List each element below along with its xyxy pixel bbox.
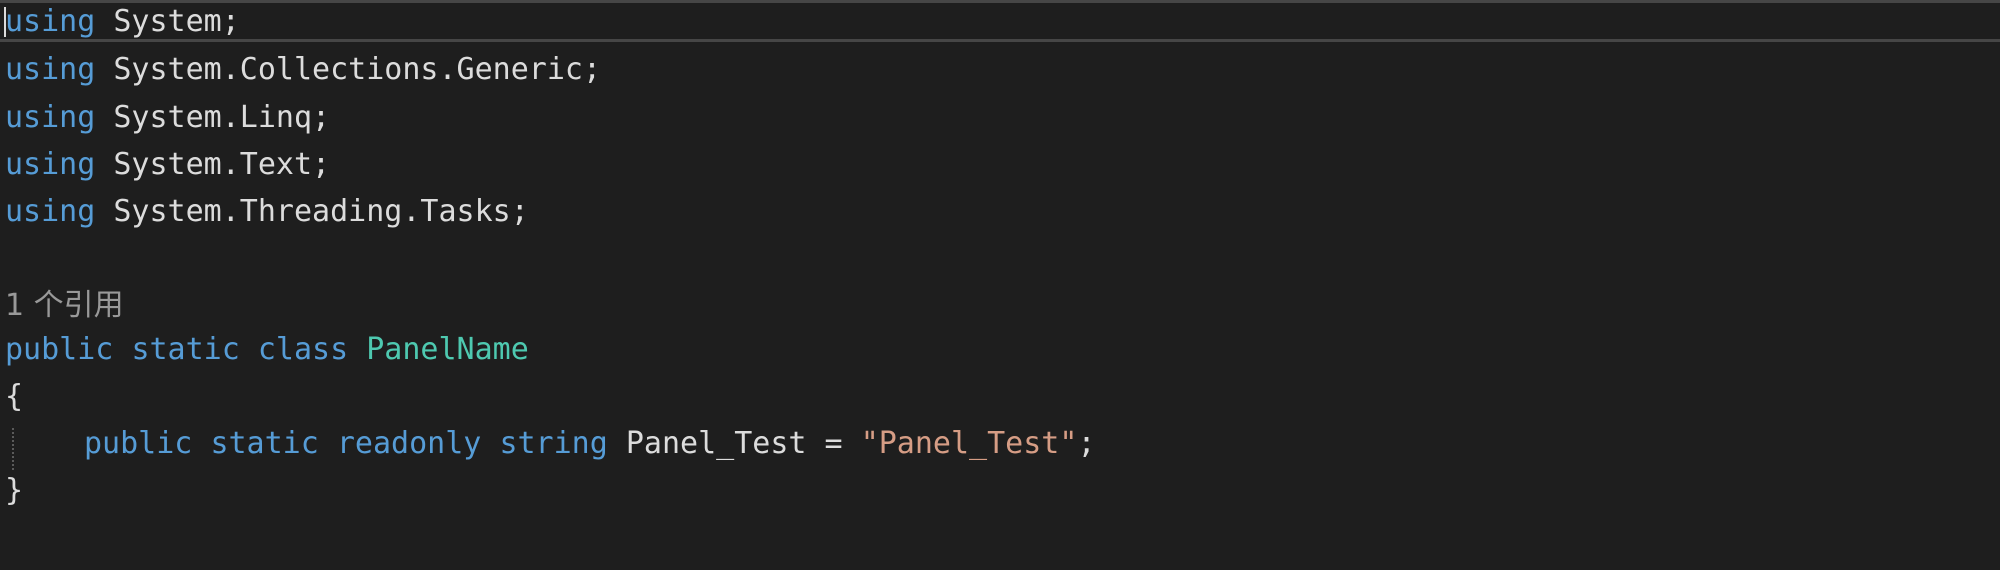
keyword-using: using (5, 147, 96, 182)
keyword-class: class (257, 332, 349, 367)
open-brace[interactable]: { (5, 377, 23, 417)
code-line-2[interactable]: using System.Collections.Generic; (5, 50, 601, 90)
class-name: PanelName (366, 332, 529, 367)
current-line-highlight (0, 0, 2000, 42)
class-declaration-line[interactable]: public static class PanelName (5, 330, 529, 370)
indent-guide (12, 428, 14, 470)
code-line-4[interactable]: using System.Text; (5, 145, 330, 185)
keyword-string: string (499, 426, 608, 461)
keyword-static: static (131, 332, 240, 367)
field-declaration-line[interactable]: public static readonly string Panel_Test… (84, 424, 1096, 464)
field-name: Panel_Test (625, 426, 807, 461)
namespace-text: System; (95, 4, 240, 39)
string-literal: "Panel_Test" (860, 426, 1078, 461)
keyword-using: using (5, 194, 96, 229)
close-brace[interactable]: } (5, 471, 23, 511)
namespace-text: System.Linq; (95, 100, 331, 135)
namespace-text: System.Collections.Generic; (95, 52, 602, 87)
keyword-public: public (84, 426, 193, 461)
keyword-using: using (5, 4, 96, 39)
namespace-text: System.Text; (95, 147, 331, 182)
semicolon: ; (1077, 426, 1096, 461)
codelens-references[interactable]: 1 个引用 (5, 286, 124, 326)
assignment-operator: = (806, 426, 861, 461)
keyword-using: using (5, 52, 96, 87)
keyword-readonly: readonly (336, 426, 482, 461)
keyword-using: using (5, 100, 96, 135)
code-line-5[interactable]: using System.Threading.Tasks; (5, 192, 529, 232)
keyword-static: static (210, 426, 319, 461)
code-editor[interactable]: using System; using System.Collections.G… (0, 0, 2000, 570)
code-line-3[interactable]: using System.Linq; (5, 98, 330, 138)
keyword-public: public (5, 332, 114, 367)
namespace-text: System.Threading.Tasks; (95, 194, 529, 229)
code-line-1[interactable]: using System; (5, 2, 240, 42)
